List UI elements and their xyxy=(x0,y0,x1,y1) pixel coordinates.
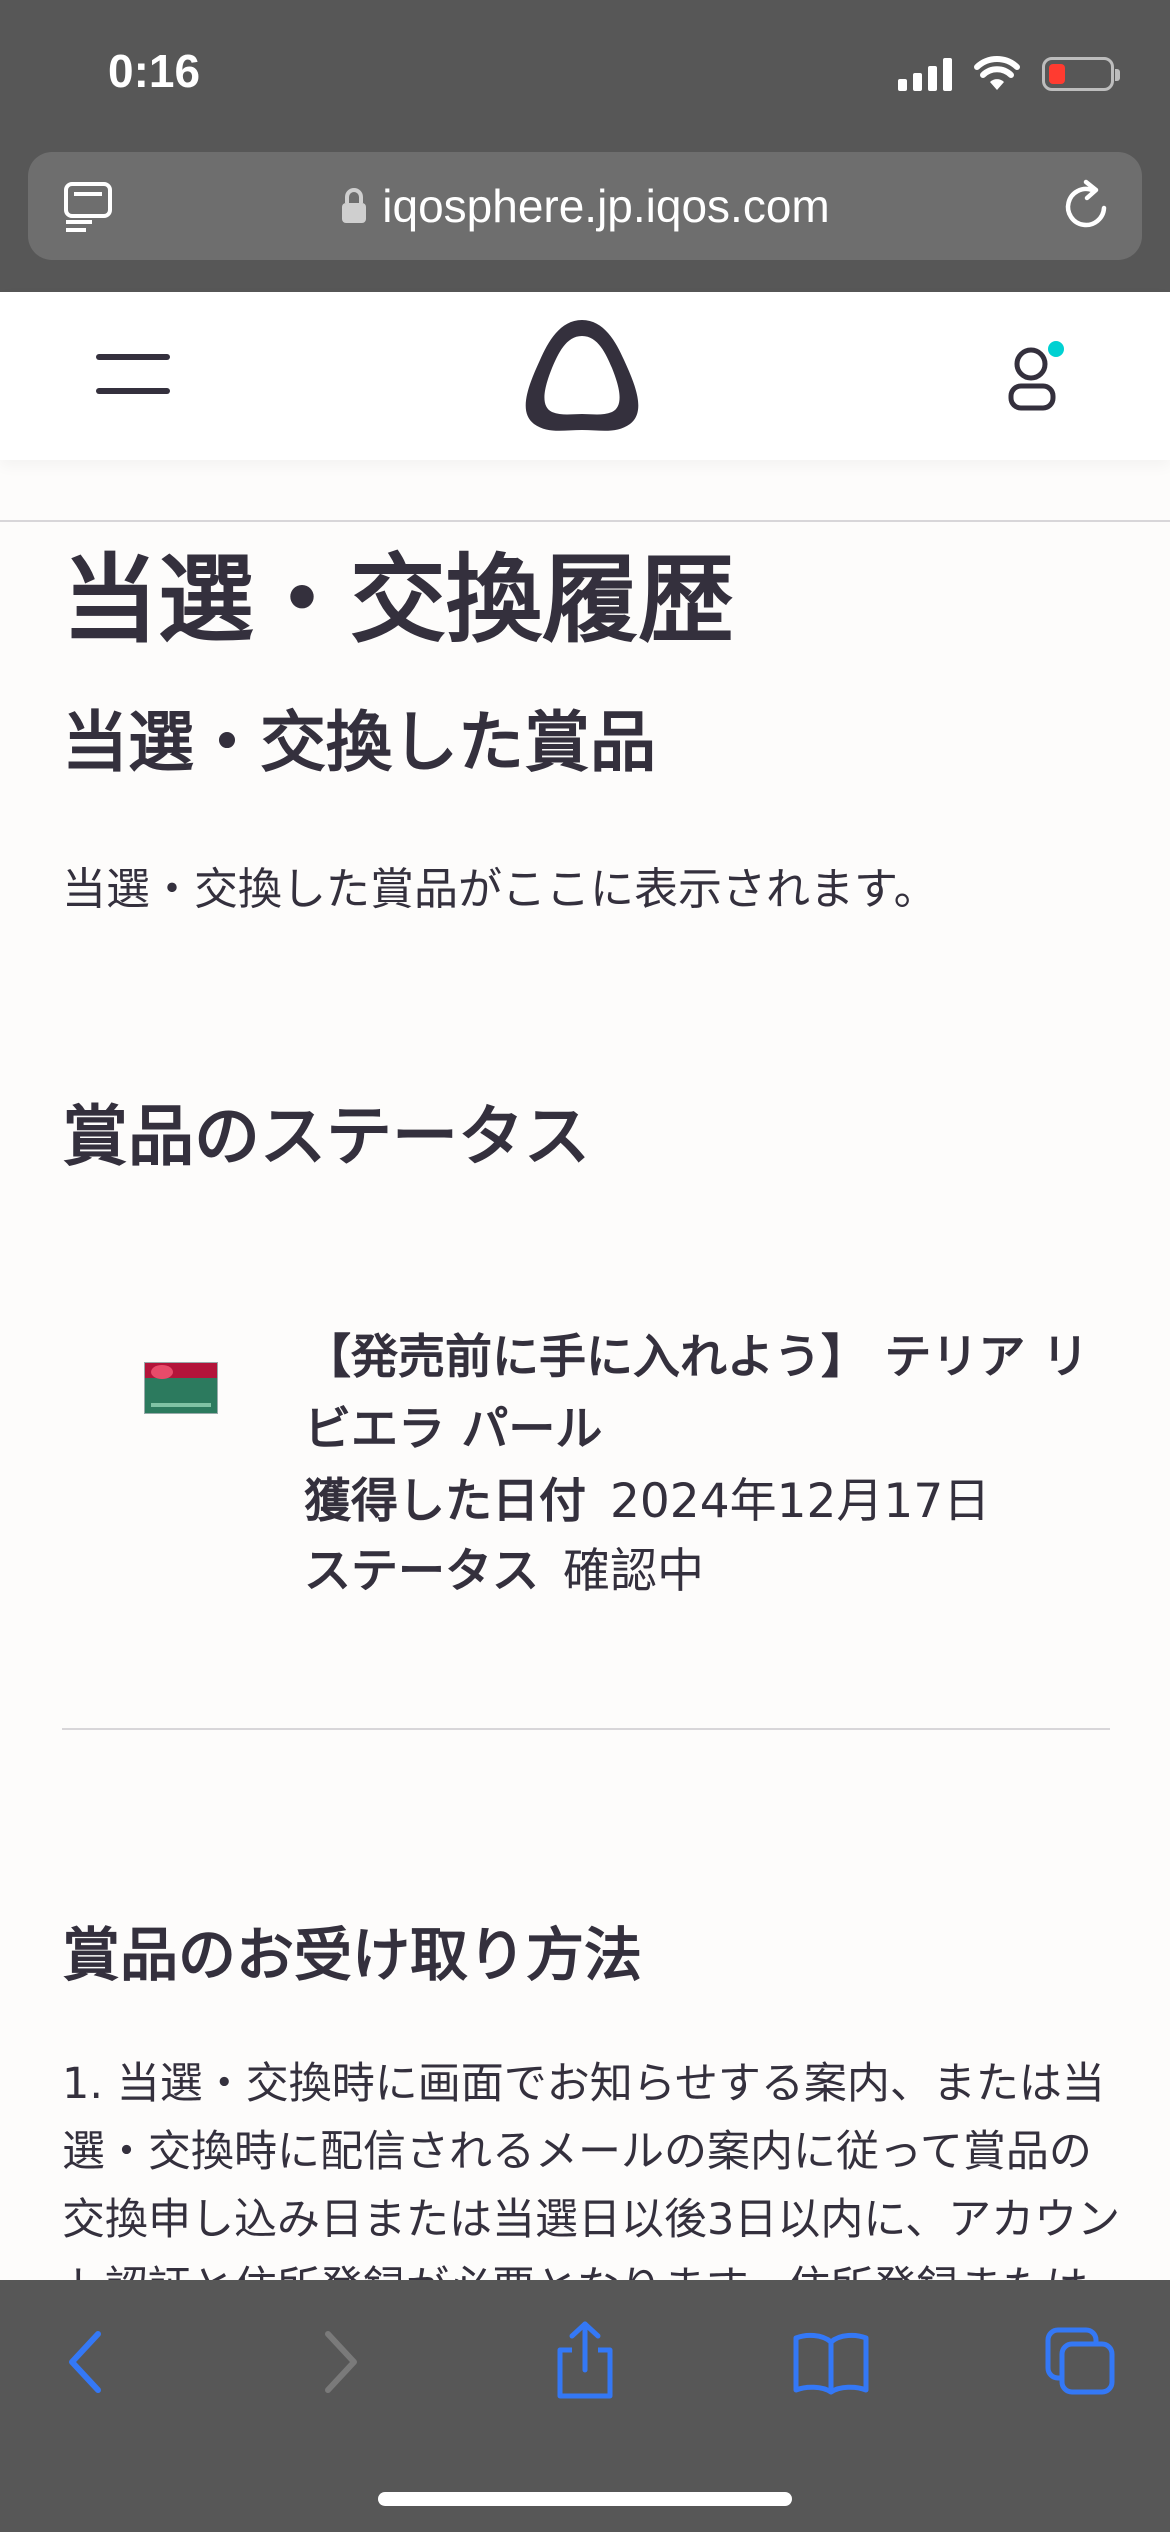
cellular-signal-icon xyxy=(898,57,952,91)
prize-status-value: 確認中 xyxy=(563,1544,704,1599)
prize-date-value: 2024年12月17日 xyxy=(610,1474,991,1529)
url-text: iqosphere.jp.iqos.com xyxy=(382,180,830,232)
url-display[interactable]: iqosphere.jp.iqos.com xyxy=(28,152,1142,260)
lock-icon xyxy=(342,188,367,223)
tab-switcher-icon[interactable] xyxy=(1044,2326,1116,2396)
forward-icon[interactable] xyxy=(318,2326,362,2398)
hamburger-icon[interactable] xyxy=(96,354,170,394)
prize-date-row: 獲得した日付 2024年12月17日 xyxy=(304,1466,990,1538)
prize-list-item[interactable]: 【発売前に手に入れよう】 テリア リビエラ パール 獲得した日付 2024年12月… xyxy=(62,1330,1110,1670)
back-icon[interactable] xyxy=(64,2326,108,2398)
reload-icon[interactable] xyxy=(1060,178,1114,234)
battery-icon xyxy=(1042,57,1120,91)
address-bar[interactable]: iqosphere.jp.iqos.com xyxy=(28,152,1142,260)
section-divider xyxy=(62,1728,1110,1730)
status-time: 0:16 xyxy=(108,45,201,97)
iqos-logo[interactable] xyxy=(520,314,644,438)
won-prizes-heading: 当選・交換した賞品 xyxy=(62,704,656,781)
prize-name: 【発売前に手に入れよう】 テリア リビエラ パール xyxy=(304,1330,1089,1457)
home-indicator xyxy=(378,2492,792,2506)
header-divider xyxy=(0,520,1170,522)
battery-level xyxy=(1049,64,1065,84)
won-prizes-description: 当選・交換した賞品がここに表示されます。 xyxy=(62,864,938,915)
page-title: 当選・交換履歴 xyxy=(62,544,734,656)
user-icon[interactable] xyxy=(1006,340,1072,412)
prize-thumbnail xyxy=(144,1362,218,1414)
site-header xyxy=(0,292,1170,460)
receive-method-heading: 賞品のお受け取り方法 xyxy=(62,1921,643,1989)
prize-status-row: ステータス 確認中 xyxy=(304,1536,704,1608)
browser-top-chrome: 0:16 iqosphere.jp.iqos.com xyxy=(0,0,1170,292)
prize-status-label: ステータス xyxy=(304,1544,539,1599)
prize-date-label: 獲得した日付 xyxy=(304,1474,586,1529)
status-icons xyxy=(898,52,1120,96)
prize-status-heading: 賞品のステータス xyxy=(62,1098,590,1175)
bookmarks-icon[interactable] xyxy=(792,2330,870,2396)
wifi-icon xyxy=(974,56,1020,90)
share-icon[interactable] xyxy=(550,2320,620,2400)
